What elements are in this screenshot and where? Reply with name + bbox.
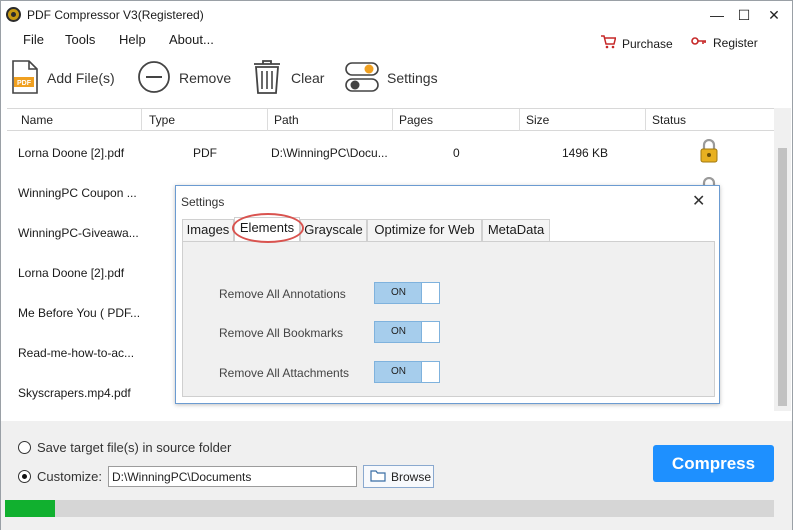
settings-button[interactable]: Settings: [345, 59, 438, 97]
toggle-knob: [421, 322, 439, 342]
row-name: Lorna Doone [2].pdf: [18, 146, 125, 160]
toggle-settings-icon: [345, 60, 379, 97]
customize-radio[interactable]: [18, 470, 31, 483]
key-icon: [691, 35, 707, 50]
browse-label: Browse: [391, 469, 432, 484]
tab-metadata[interactable]: MetaData: [482, 219, 550, 241]
window-title: PDF Compressor V3(Registered): [27, 8, 204, 22]
column-divider[interactable]: [141, 109, 142, 131]
add-files-button[interactable]: PDF Add File(s): [11, 59, 115, 97]
row-name: Lorna Doone [2].pdf: [18, 266, 125, 280]
save-source-label[interactable]: Save target file(s) in source folder: [37, 440, 231, 455]
menu-tools[interactable]: Tools: [65, 32, 95, 47]
clear-label: Clear: [291, 70, 325, 86]
row-name: Skyscrapers.mp4.pdf: [18, 386, 131, 400]
trash-icon: [251, 59, 283, 98]
remove-label: Remove: [179, 70, 232, 86]
remove-button[interactable]: Remove: [137, 59, 231, 97]
row-size: 1496 KB: [562, 146, 609, 160]
dialog-close-button[interactable]: ✕: [692, 191, 705, 211]
row-name: WinningPC-Giveawa...: [18, 226, 139, 240]
toolbar: PDF Add File(s) Remove Clear Settings: [1, 55, 792, 101]
progress-bar: [5, 500, 774, 517]
toggle-state: ON: [391, 326, 406, 337]
settings-label: Settings: [387, 70, 438, 86]
maximize-button[interactable]: ☐: [731, 5, 757, 25]
add-file-icon: PDF: [11, 59, 39, 98]
app-logo-icon: [6, 7, 21, 22]
save-source-radio[interactable]: [18, 441, 31, 454]
column-header-size[interactable]: Size: [526, 113, 549, 127]
menu-about[interactable]: About...: [169, 32, 214, 47]
toggle-knob: [421, 362, 439, 382]
purchase-label: Purchase: [622, 36, 673, 51]
table-row[interactable]: Lorna Doone [2].pdf PDF D:\WinningPC\Doc…: [7, 138, 774, 183]
toggle-knob: [421, 283, 439, 303]
register-label: Register: [713, 35, 758, 50]
column-header-pages[interactable]: Pages: [399, 113, 433, 127]
compress-button[interactable]: Compress: [653, 445, 774, 482]
folder-icon: [370, 469, 386, 485]
row-pages: 0: [453, 146, 460, 160]
table-header: Name Type Path Pages Size Status: [7, 109, 774, 131]
menu-bar: File Tools Help About... Purchase Regist…: [1, 29, 792, 51]
toggle-state: ON: [391, 287, 406, 298]
minimize-button[interactable]: —: [704, 5, 730, 25]
column-header-name[interactable]: Name: [21, 113, 53, 127]
column-divider[interactable]: [267, 109, 268, 131]
row-type: PDF: [193, 146, 217, 160]
column-divider[interactable]: [392, 109, 393, 131]
elements-tab-panel: Remove All Annotations ON Remove All Boo…: [182, 241, 715, 397]
scrollbar-thumb[interactable]: [778, 148, 787, 406]
column-header-path[interactable]: Path: [274, 113, 299, 127]
remove-annotations-toggle[interactable]: ON: [374, 282, 440, 304]
row-name: Read-me-how-to-ac...: [18, 346, 135, 360]
customize-label[interactable]: Customize:: [37, 469, 102, 484]
tab-optimize-for-web[interactable]: Optimize for Web: [367, 219, 482, 241]
progress-fill: [5, 500, 55, 517]
remove-bookmarks-label: Remove All Bookmarks: [219, 326, 344, 340]
remove-annotations-label: Remove All Annotations: [219, 287, 346, 301]
app-window: PDF Compressor V3(Registered) — ☐ ✕ File…: [0, 0, 793, 530]
menu-file[interactable]: File: [23, 32, 44, 47]
column-header-type[interactable]: Type: [149, 113, 175, 127]
dialog-title: Settings: [181, 195, 225, 209]
output-path-field[interactable]: [108, 466, 357, 487]
purchase-link[interactable]: Purchase: [600, 35, 673, 52]
toggle-state: ON: [391, 366, 406, 377]
title-bar: PDF Compressor V3(Registered) — ☐ ✕: [1, 1, 792, 29]
remove-attachments-toggle[interactable]: ON: [374, 361, 440, 383]
remove-attachments-label: Remove All Attachments: [219, 366, 350, 380]
column-divider[interactable]: [645, 109, 646, 131]
menu-help[interactable]: Help: [119, 32, 146, 47]
cart-icon: [600, 35, 617, 52]
register-link[interactable]: Register: [691, 35, 758, 50]
table-scrollbar[interactable]: [774, 108, 791, 411]
browse-button[interactable]: Browse: [363, 465, 434, 488]
row-name: Me Before You ( PDF...: [18, 306, 141, 320]
clear-button[interactable]: Clear: [251, 59, 324, 97]
row-path: D:\WinningPC\Docu...: [271, 146, 388, 160]
tab-grayscale[interactable]: Grayscale: [300, 219, 367, 241]
lock-icon: [699, 138, 719, 169]
tab-images[interactable]: Images: [182, 219, 234, 241]
highlight-ring: [232, 213, 304, 243]
close-button[interactable]: ✕: [761, 5, 787, 25]
row-name: WinningPC Coupon ...: [18, 186, 137, 200]
minus-circle-icon: [137, 60, 171, 97]
add-files-label: Add File(s): [47, 70, 115, 86]
svg-text:PDF: PDF: [17, 80, 32, 87]
column-header-status[interactable]: Status: [652, 113, 686, 127]
column-divider[interactable]: [519, 109, 520, 131]
remove-bookmarks-toggle[interactable]: ON: [374, 321, 440, 343]
